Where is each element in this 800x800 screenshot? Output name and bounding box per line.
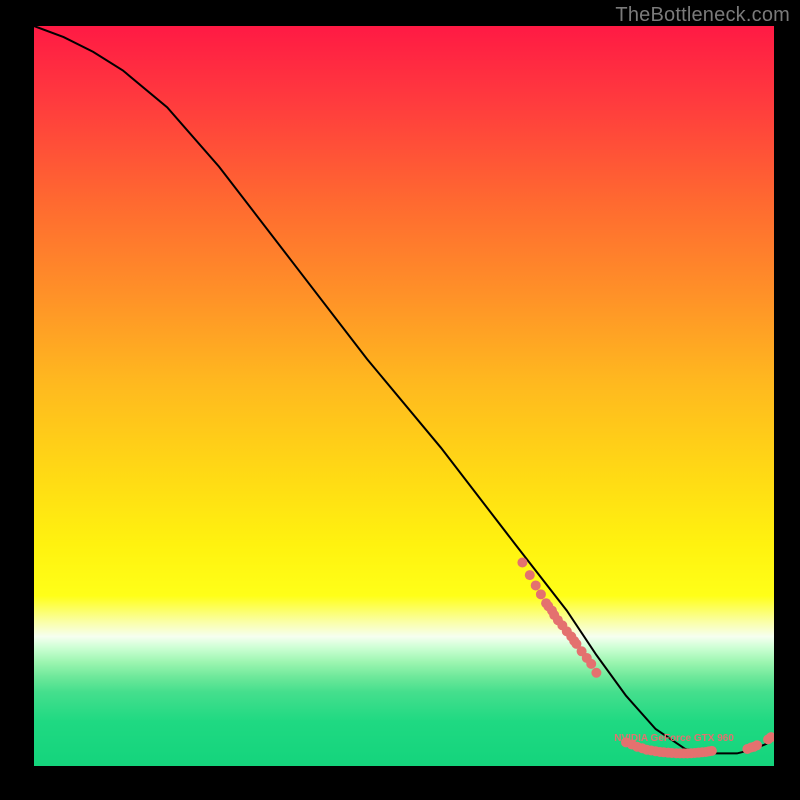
- curve-layer: NVIDIA GeForce GTX 960: [34, 26, 774, 766]
- plot-area: NVIDIA GeForce GTX 960: [34, 26, 774, 766]
- data-point: [586, 659, 596, 669]
- watermark-text: TheBottleneck.com: [615, 4, 790, 27]
- data-point: [591, 668, 601, 678]
- data-point: [531, 580, 541, 590]
- data-point: [525, 570, 535, 580]
- data-point: [536, 589, 546, 599]
- bottleneck-curve: [34, 26, 774, 753]
- data-point: [752, 740, 762, 750]
- data-point: [517, 558, 527, 568]
- chart-stage: NVIDIA GeForce GTX 960 TheBottleneck.com: [0, 0, 800, 800]
- series-label: NVIDIA GeForce GTX 960: [614, 733, 734, 744]
- data-point: [707, 746, 717, 756]
